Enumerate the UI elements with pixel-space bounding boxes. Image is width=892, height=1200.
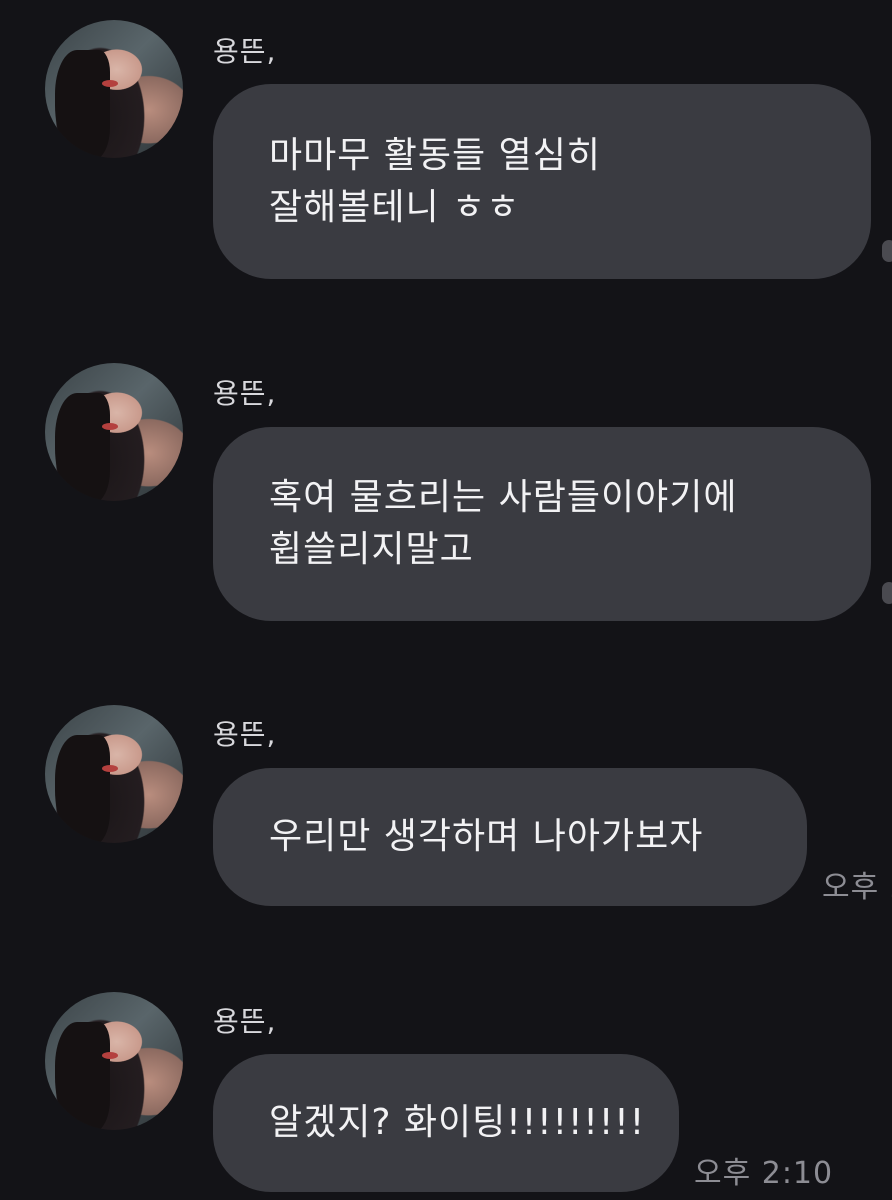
sender-avatar[interactable] <box>45 705 183 843</box>
chat-window: 용뜬, 마마무 활동들 열심히 잘해볼테니 ㅎㅎ 용뜬, 혹여 물흐리는 사람들… <box>0 0 892 1200</box>
sender-avatar[interactable] <box>45 20 183 158</box>
sender-name: 용뜬, <box>213 718 277 751</box>
message-bubble[interactable]: 마마무 활동들 열심히 잘해볼테니 ㅎㅎ <box>213 84 871 279</box>
avatar-lips <box>102 1052 118 1059</box>
partial-timestamp-edge <box>882 240 892 262</box>
message-text: 마마무 활동들 열심히 잘해볼테니 ㅎㅎ <box>269 134 601 228</box>
avatar-hair <box>55 735 110 843</box>
message-timestamp: 오후 2:10 <box>694 1156 834 1191</box>
avatar-lips <box>102 423 118 430</box>
message-row: 용뜬, 마마무 활동들 열심히 잘해볼테니 ㅎㅎ <box>0 0 892 300</box>
sender-name: 용뜬, <box>213 377 277 410</box>
sender-avatar[interactable] <box>45 363 183 501</box>
message-bubble[interactable]: 알겠지? 화이팅!!!!!!!!! <box>213 1054 679 1192</box>
avatar-hair <box>55 393 110 501</box>
avatar-hair <box>55 1022 110 1130</box>
message-timestamp: 오후 2 <box>822 870 892 905</box>
message-bubble[interactable]: 우리만 생각하며 나아가보자 <box>213 768 807 906</box>
sender-name: 용뜬, <box>213 1005 277 1038</box>
avatar-hair <box>55 50 110 158</box>
message-text: 혹여 물흐리는 사람들이야기에 휩쓸리지말고 <box>269 477 738 570</box>
avatar-lips <box>102 80 118 87</box>
sender-name: 용뜬, <box>213 35 277 68</box>
avatar-lips <box>102 765 118 772</box>
message-text: 우리만 생각하며 나아가보자 <box>269 816 704 857</box>
sender-avatar[interactable] <box>45 992 183 1130</box>
partial-timestamp-edge <box>882 582 892 604</box>
message-bubble[interactable]: 혹여 물흐리는 사람들이야기에 휩쓸리지말고 <box>213 427 871 621</box>
message-text: 알겠지? 화이팅!!!!!!!!! <box>269 1102 646 1143</box>
